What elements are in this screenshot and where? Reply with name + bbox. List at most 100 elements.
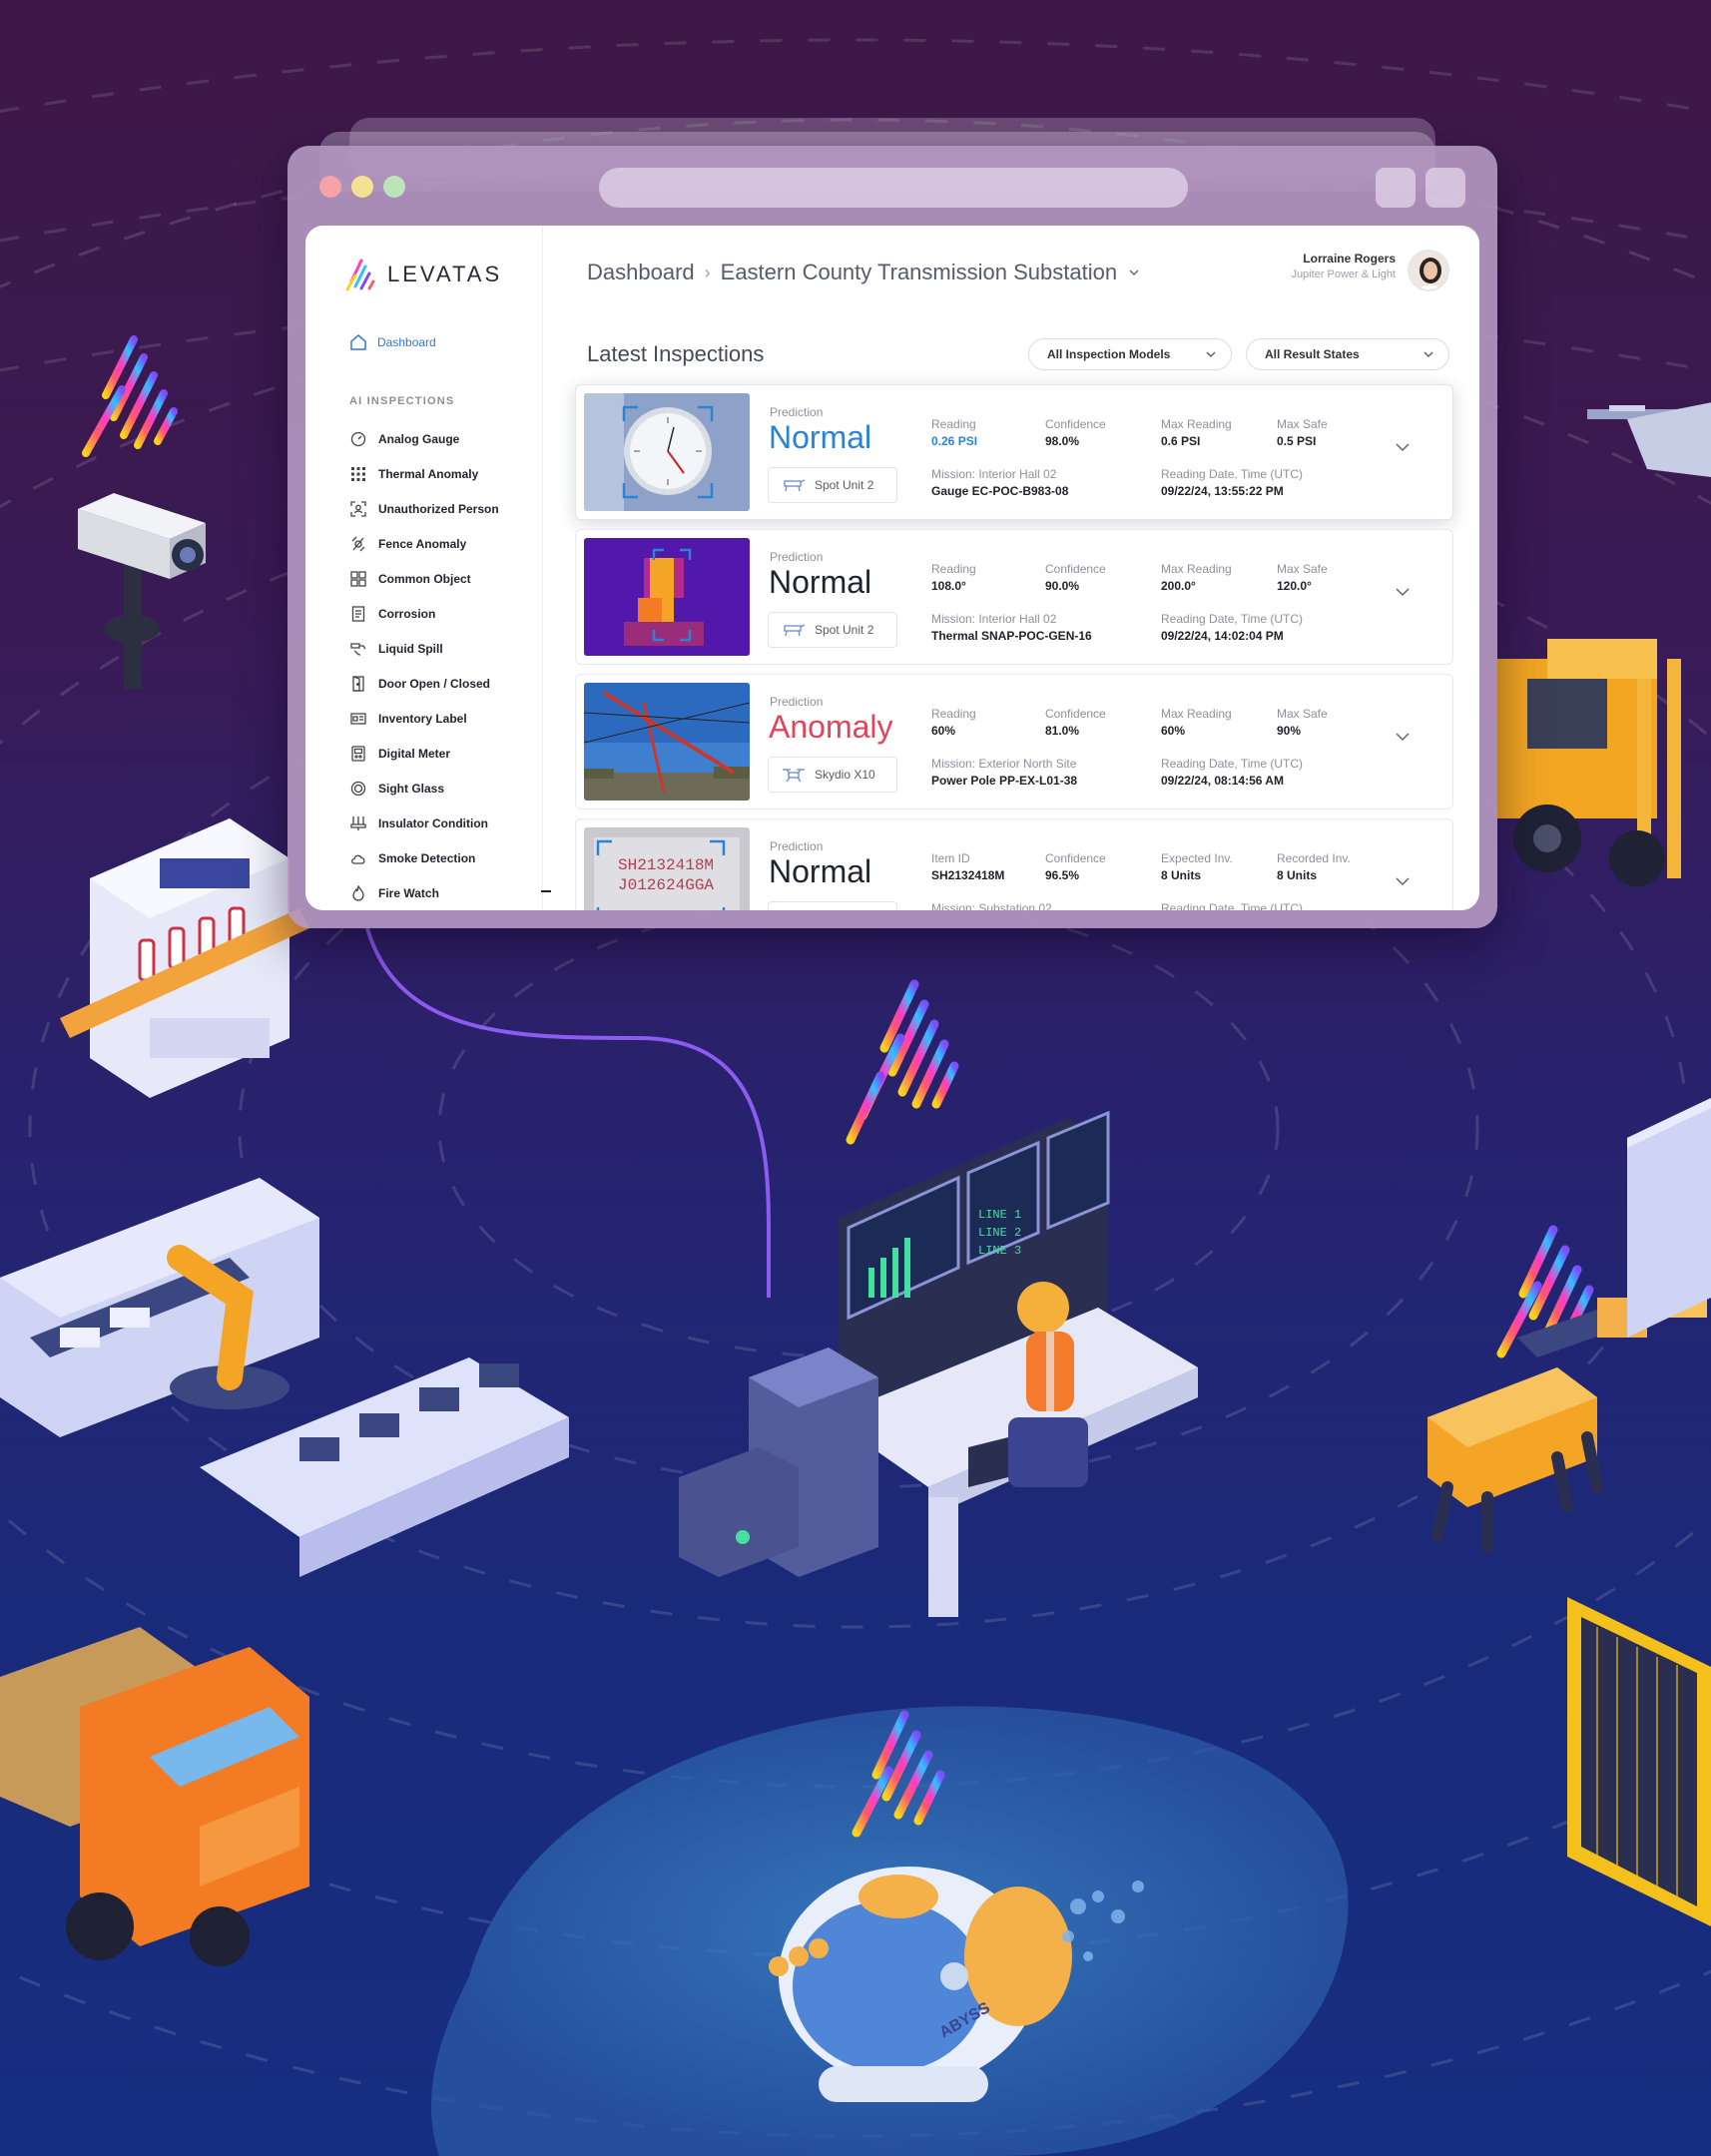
robot-unit-chip[interactable]: Spot Unit 2: [768, 612, 897, 648]
sidebar-item-digital-meter[interactable]: Digital Meter: [349, 736, 499, 771]
delivery-truck: [0, 1627, 309, 1966]
inspection-models-filter[interactable]: All Inspection Models: [1028, 338, 1232, 370]
metric-value: 0.26 PSI: [931, 434, 978, 448]
sidebar-item-sight-glass[interactable]: Sight Glass: [349, 771, 499, 806]
sidebar-item-label: Sight Glass: [378, 781, 445, 796]
result-states-filter[interactable]: All Result States: [1246, 338, 1449, 370]
robot-unit-label: Spot Unit 2: [815, 478, 874, 492]
expand-chevron-icon[interactable]: [1393, 437, 1413, 457]
sidebar-scroll-indicator[interactable]: [541, 890, 551, 892]
metric-label: Confidence: [1045, 707, 1106, 721]
levatas-logo[interactable]: LEVATAS: [343, 258, 502, 291]
sidebar-item-label: Common Object: [378, 571, 471, 586]
forklift: [1497, 639, 1681, 886]
insulator-icon: [349, 814, 367, 832]
metric-value: 8 Units: [1161, 868, 1202, 882]
inspection-thumbnail-gauge[interactable]: [584, 393, 750, 511]
inspection-card[interactable]: SH2132418M J012624GGA Prediction Normal …: [575, 818, 1453, 910]
sidebar-item-label: Inventory Label: [378, 711, 467, 726]
metric-value: 60%: [931, 724, 956, 738]
sidebar-item-label: Smoke Detection: [378, 850, 476, 865]
sidebar-item-analog-gauge[interactable]: Analog Gauge: [349, 421, 499, 456]
metric-label: Reading: [931, 707, 976, 721]
user-info[interactable]: Lorraine Rogers Jupiter Power & Light: [1291, 252, 1396, 280]
close-window-button[interactable]: [319, 176, 341, 198]
asset-id: Thermal SNAP-POC-GEN-16: [931, 629, 1092, 643]
minimize-window-button[interactable]: [351, 176, 373, 198]
reading-datetime: Reading Date, Time (UTC): [1161, 901, 1303, 910]
robot-unit-chip[interactable]: [768, 901, 897, 910]
robot-unit-label: Skydio X10: [815, 768, 875, 782]
inspection-card[interactable]: Prediction Anomaly Skydio X10 Reading 60%…: [575, 674, 1453, 809]
robot-unit-chip[interactable]: Spot Unit 2: [768, 467, 897, 503]
metric-value: 96.5%: [1045, 868, 1080, 882]
sidebar-item-thermal-anomaly[interactable]: Thermal Anomaly: [349, 456, 499, 491]
sidebar-item-corrosion[interactable]: Corrosion: [349, 596, 499, 631]
metric-label: Confidence: [1045, 417, 1106, 431]
robot-unit-chip[interactable]: Skydio X10: [768, 757, 897, 793]
metric-max-safe: Max Safe 0.5 PSI: [1277, 417, 1328, 448]
metric-max-reading: Max Reading 0.6 PSI: [1161, 417, 1232, 448]
inspection-thumbnail-inventory-label[interactable]: SH2132418M J012624GGA: [584, 827, 750, 910]
expand-chevron-icon[interactable]: [1393, 727, 1413, 747]
address-bar[interactable]: [599, 168, 1188, 208]
sidebar-item-inventory-label[interactable]: Inventory Label: [349, 701, 499, 736]
avatar[interactable]: [1408, 250, 1449, 291]
metric-label: Reading: [931, 562, 976, 576]
metric-value: 8 Units: [1277, 868, 1318, 882]
breadcrumb-root[interactable]: Dashboard: [587, 260, 695, 285]
filter-label: All Result States: [1265, 347, 1360, 361]
metric-value: 0.6 PSI: [1161, 434, 1201, 448]
browser-action-button-2[interactable]: [1426, 168, 1465, 208]
breadcrumb-current[interactable]: Eastern County Transmission Substation: [721, 260, 1117, 285]
datetime-value: 09/22/24, 08:14:56 AM: [1161, 774, 1284, 788]
maximize-window-button[interactable]: [383, 176, 405, 198]
expand-chevron-icon[interactable]: [1393, 582, 1413, 602]
inspection-thumbnail-power-pole[interactable]: [584, 683, 750, 801]
sidebar-item-label: Door Open / Closed: [378, 676, 491, 691]
metric-label: Max Safe: [1277, 562, 1328, 576]
sidebar-item-label: Dashboard: [377, 335, 436, 349]
sidebar: LEVATAS Dashboard AI INSPECTIONS Analog …: [305, 226, 551, 910]
fence-icon: [349, 535, 367, 553]
sidebar-item-fire-watch[interactable]: Fire Watch: [349, 875, 499, 910]
sidebar-item-liquid-spill[interactable]: Liquid Spill: [349, 631, 499, 666]
user-name: Lorraine Rogers: [1303, 252, 1396, 266]
chevron-down-icon: [1206, 351, 1216, 357]
asset-id: Gauge EC-POC-B983-08: [931, 484, 1069, 498]
spill-icon: [349, 640, 367, 658]
expand-chevron-icon[interactable]: [1393, 871, 1413, 891]
datetime-value: 09/22/24, 13:55:22 PM: [1161, 484, 1284, 498]
sidebar-item-common-object[interactable]: Common Object: [349, 561, 499, 596]
sidebar-item-dashboard[interactable]: Dashboard: [349, 333, 436, 351]
metric-value: 60%: [1161, 724, 1186, 738]
metric-label: Max Reading: [1161, 562, 1232, 576]
metric-max-safe: Max Safe 90%: [1277, 707, 1328, 738]
datetime-label: Reading Date, Time (UTC): [1161, 467, 1304, 481]
metric-value: SH2132418M: [931, 868, 1005, 882]
robot-dog-icon: [784, 479, 806, 492]
sidebar-item-insulator-condition[interactable]: Insulator Condition: [349, 806, 499, 840]
metric-confidence: Confidence 81.0%: [1045, 707, 1106, 738]
inspection-card[interactable]: Prediction Normal Spot Unit 2 Reading 0.2…: [575, 384, 1453, 520]
metric-max-reading: Max Reading 200.0°: [1161, 562, 1232, 593]
sidebar-item-fence-anomaly[interactable]: Fence Anomaly: [349, 526, 499, 561]
sidebar-item-smoke-detection[interactable]: Smoke Detection: [349, 840, 499, 875]
metric-reading: Reading 0.26 PSI: [931, 417, 977, 448]
chevron-down-icon[interactable]: [1127, 266, 1141, 279]
sidebar-item-unauthorized-person[interactable]: Unauthorized Person: [349, 491, 499, 526]
browser-action-button-1[interactable]: [1376, 168, 1416, 208]
sidebar-item-door-open-closed[interactable]: Door Open / Closed: [349, 666, 499, 701]
inspection-card[interactable]: Prediction Normal Spot Unit 2 Reading 108…: [575, 529, 1453, 665]
metric-value: 108.0°: [931, 579, 966, 593]
brand-triangle-center: [846, 979, 959, 1145]
grid-dots-icon: [349, 465, 367, 483]
metric-max-reading: Max Reading 60%: [1161, 707, 1232, 738]
metric-confidence: Confidence 98.0%: [1045, 417, 1106, 448]
robotic-assembly-line: [0, 1178, 569, 1577]
section-title: Latest Inspections: [587, 341, 765, 366]
mission-label: Mission: Exterior North Site: [931, 757, 1077, 771]
metric-reading: Reading 108.0°: [931, 562, 976, 593]
home-icon: [349, 333, 367, 351]
inspection-thumbnail-thermal[interactable]: [584, 538, 750, 656]
